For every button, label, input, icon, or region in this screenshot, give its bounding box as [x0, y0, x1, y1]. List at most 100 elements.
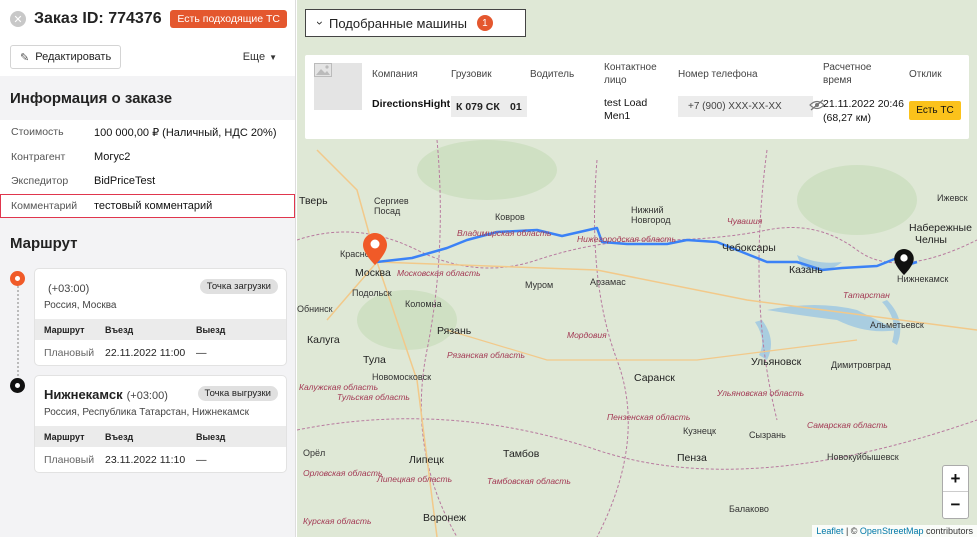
info-row-forwarder: Экспедитор BidPriceTest	[0, 169, 295, 194]
edit-button[interactable]: ✎ Редактировать	[10, 45, 122, 69]
company-name: DirectionsHight	[372, 98, 451, 110]
map-label: Москва	[355, 267, 391, 279]
unload-pin-icon	[10, 378, 25, 393]
map-label: Новокуйбышевск	[827, 452, 899, 462]
phone-field[interactable]: +7 (900) XXX-XX-XX	[678, 96, 825, 117]
map-label: Пенза	[677, 452, 707, 464]
region-label: Тамбовская область	[487, 476, 571, 486]
map-label: Челны	[915, 234, 947, 246]
map-label: Коломна	[405, 299, 442, 309]
route-map[interactable]: Тверь Сергиев Посад Ковров Нижний Новгор…	[297, 0, 977, 537]
map-label: Сергиев	[374, 196, 409, 206]
close-icon[interactable]: ✕	[10, 11, 26, 27]
edit-button-label: Редактировать	[35, 51, 112, 63]
order-info: Стоимость 100 000,00 ₽ (Наличный, НДС 20…	[0, 120, 295, 218]
more-label: Еще	[242, 51, 266, 63]
end-marker-icon[interactable]	[894, 249, 914, 275]
col-header-company: Компания	[372, 69, 418, 80]
route-table-header: Маршрут Въезд Выезд	[35, 426, 286, 447]
load-pin-icon	[10, 271, 25, 286]
route-tz: (+03:00)	[48, 283, 90, 295]
info-row-contractor: Контрагент Могус2	[0, 145, 295, 170]
map-label: Чебоксары	[722, 242, 776, 254]
cell: 22.11.2022 11:00	[105, 347, 186, 359]
info-value: Могус2	[94, 150, 131, 163]
order-actions: ✎ Редактировать Еще ▼	[0, 38, 295, 76]
col-header: Выезд	[196, 431, 226, 442]
route-tz: (+03:00)	[126, 390, 168, 402]
osm-link[interactable]: OpenStreetMap	[860, 526, 924, 536]
map-label: Калуга	[307, 334, 340, 346]
map-label: Липецк	[409, 454, 444, 466]
region-label: Курская область	[303, 516, 372, 526]
attr-separator: | ©	[843, 526, 860, 536]
map-label: Посад	[374, 206, 401, 216]
region-label: Липецкая область	[377, 474, 453, 484]
col-header-response: Отклик	[909, 69, 942, 80]
table-row: Плановый 22.11.2022 11:00 —	[35, 340, 286, 366]
map-label: Новгород	[631, 215, 671, 225]
map-label: Рязань	[437, 325, 472, 337]
map-label: Муром	[525, 280, 554, 290]
map-label: Набережные	[909, 222, 972, 234]
leaflet-link[interactable]: Leaflet	[816, 526, 843, 536]
route-point-head: Нижнекамск (+03:00) Россия, Республика Та…	[35, 376, 286, 426]
map-label: Альметьевск	[870, 320, 924, 330]
route-point-unload[interactable]: Нижнекамск (+03:00) Россия, Республика Та…	[34, 375, 287, 473]
matched-vehicles-label: Подобранные машины	[329, 15, 467, 31]
order-title: Заказ ID: 774376	[34, 10, 162, 27]
info-value: тестовый комментарий	[94, 199, 213, 212]
map-label: Ковров	[495, 212, 525, 222]
region-label: Владимирская область	[457, 228, 552, 238]
region-label: Нижегородская область	[577, 234, 676, 244]
zoom-out-button[interactable]: −	[943, 492, 968, 518]
zoom-in-button[interactable]: +	[943, 466, 968, 492]
map-label: Воронеж	[423, 512, 467, 524]
map-label: Тула	[363, 354, 386, 366]
info-key: Комментарий	[11, 199, 78, 212]
info-row-comment[interactable]: Комментарий тестовый комментарий	[0, 193, 295, 218]
map-label: Нижнекамск	[897, 274, 949, 284]
map-label: Кузнецк	[683, 426, 716, 436]
start-marker-icon[interactable]	[363, 233, 387, 265]
col-header-time: Расчетное время	[823, 62, 872, 86]
map-label: Новомосковск	[372, 372, 432, 382]
map-label: Тверь	[299, 195, 328, 207]
route-point-badge: Точка выгрузки	[197, 386, 278, 401]
region-label: Тульская область	[337, 392, 410, 402]
col-header-truck: Грузовик	[451, 69, 492, 80]
col-header: Въезд	[105, 324, 134, 335]
col-header: Выезд	[196, 324, 226, 335]
region-label: Калужская область	[299, 382, 379, 392]
col-header: Въезд	[105, 431, 134, 442]
response-button[interactable]: Есть ТС	[909, 101, 961, 120]
route-point-load[interactable]: (+03:00) Россия, Москва Точка загрузки М…	[34, 268, 287, 366]
more-menu[interactable]: Еще ▼	[243, 51, 277, 63]
map-label: Орёл	[303, 448, 326, 458]
table-row: Плановый 23.11.2022 11:10 —	[35, 447, 286, 473]
col-header: Маршрут	[44, 431, 85, 442]
info-row-cost: Стоимость 100 000,00 ₽ (Наличный, НДС 20…	[0, 120, 295, 145]
col-header-phone: Номер телефона	[678, 69, 758, 80]
phone-value: +7 (900) XXX-XX-XX	[688, 101, 782, 112]
route-table-header: Маршрут Въезд Выезд	[35, 319, 286, 340]
cell: —	[196, 347, 207, 359]
route-title: Маршрут	[10, 234, 78, 252]
matched-vehicles-toggle[interactable]: › Подобранные машины 1	[305, 9, 526, 37]
region-label: Ульяновская область	[717, 388, 805, 398]
region-label: Татарстан	[843, 290, 890, 300]
cell: 23.11.2022 11:10	[105, 454, 186, 466]
cell: Плановый	[44, 454, 95, 466]
cell: —	[196, 454, 207, 466]
image-placeholder-icon	[314, 63, 362, 110]
map-label: Балаково	[729, 504, 769, 514]
map-label: Подольск	[352, 288, 392, 298]
col-header: Маршрут	[44, 324, 85, 335]
map-label: Саранск	[634, 372, 675, 384]
plate-region: 01	[505, 96, 527, 117]
chevron-down-icon: ▼	[269, 53, 277, 62]
cell: Плановый	[44, 347, 95, 359]
attr-tail: contributors	[923, 526, 973, 536]
contact-name: test Load Men1	[604, 97, 648, 122]
map-label: Ижевск	[937, 193, 968, 203]
